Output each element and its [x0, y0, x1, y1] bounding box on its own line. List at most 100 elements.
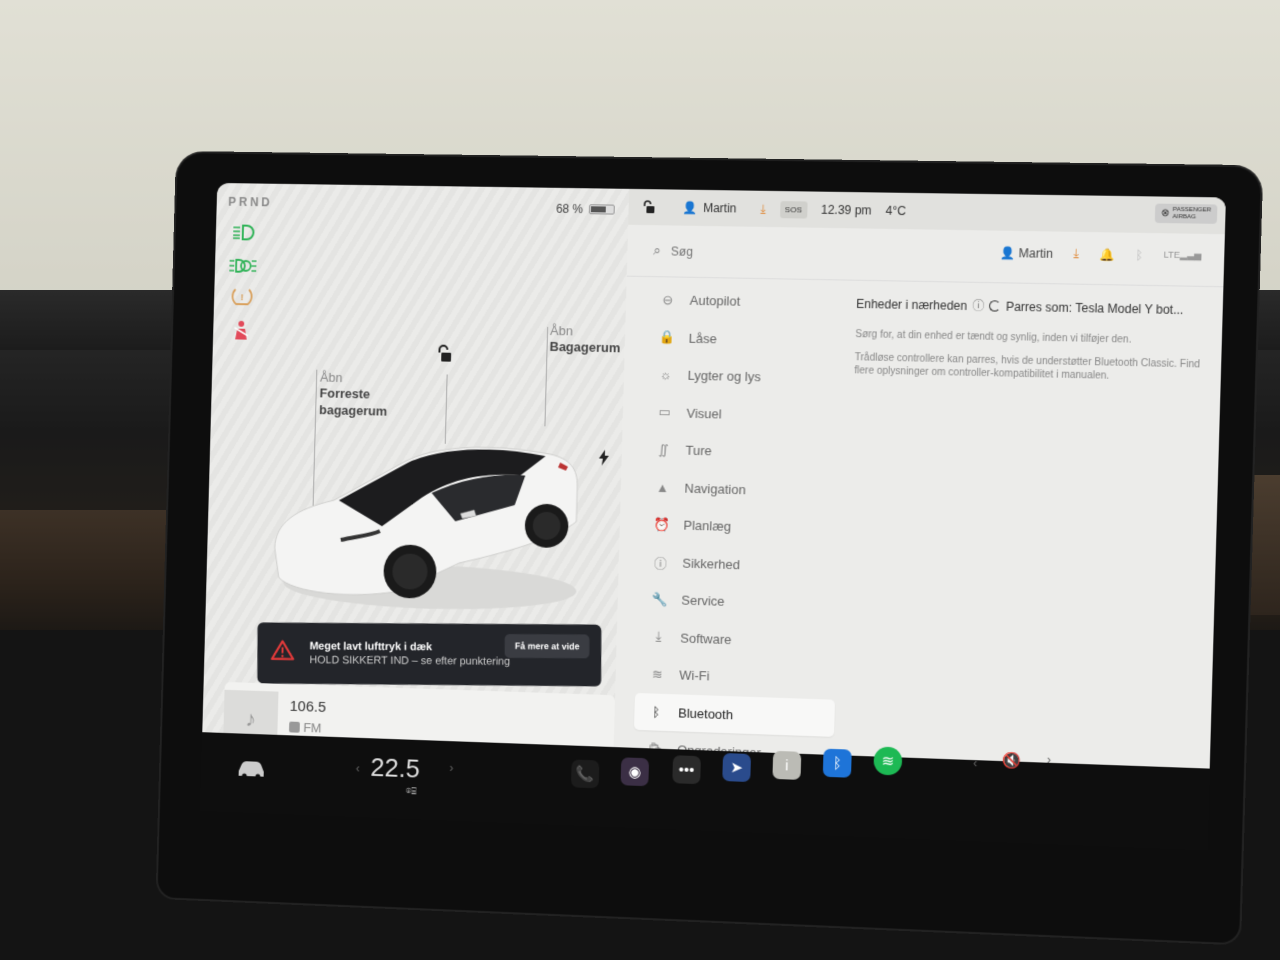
- bluetooth-icon: ᛒ: [652, 704, 661, 720]
- settings-panel: 👤 Martin ⤓ SOS 12.39 pm 4°C ⊗ PASSENGER A…: [613, 188, 1226, 769]
- settings-menu-item-lygter-og-lys[interactable]: ☼ Lygter og lys: [643, 356, 844, 398]
- steering-wheel-icon: ⊖: [662, 292, 674, 308]
- trips-icon: ∬: [658, 441, 669, 457]
- pairing-name: Parres som: Tesla Model Y bot...: [1005, 299, 1184, 317]
- nearby-devices-heading: Enheder i nærheden: [856, 296, 968, 313]
- alert-title: Meget lavt lufttryk i dæk: [309, 640, 433, 654]
- settings-menu-item-autopilot[interactable]: ⊖ Autopilot: [645, 281, 846, 322]
- touchscreen: PRND 68 % ! Åbn Forreste bagagerum Åbn B…: [200, 182, 1226, 851]
- bluetooth-pane: Enheder i nærheden ⓘ Parres som: Tesla M…: [854, 295, 1204, 385]
- settings-menu-item-service[interactable]: 🔧 Service: [637, 580, 838, 624]
- lte-signal-icon: LTE▂▃▅: [1163, 249, 1202, 261]
- lock-icon: 🔒: [658, 329, 676, 345]
- more-apps[interactable]: •••: [672, 755, 701, 785]
- download-icon: ⤓: [655, 628, 662, 645]
- volume-down-button[interactable]: ‹: [973, 756, 977, 770]
- bluetooth-note-visibility: Sørg for, at din enhed er tændt og synli…: [855, 329, 1132, 346]
- menu-item-label: Software: [680, 630, 732, 647]
- sos-label: SOS: [779, 200, 808, 219]
- battery-indicator: 68 %: [556, 202, 615, 217]
- settings-menu-item-software[interactable]: ⤓ Software: [636, 618, 837, 662]
- user-icon: 👤: [682, 200, 698, 215]
- learn-more-button[interactable]: Få mere at vide: [505, 633, 590, 659]
- navigation-app[interactable]: ➤: [722, 753, 752, 783]
- profile-name: Martin: [1018, 245, 1054, 261]
- search-icon: ⌕: [653, 242, 662, 259]
- lock-status-icon[interactable]: [642, 200, 656, 214]
- headlight-icon: [229, 220, 259, 244]
- light-icon: ☼: [659, 367, 672, 383]
- settings-menu: ⊖ Autopilot 🔒 Låse ☼ Lygter og lys ▭ Visuel ∬ Tur…: [633, 281, 847, 775]
- bluetooth-note-controllers: Trådløse controllere kan parres, hvis de…: [854, 352, 1201, 382]
- radio-icon: [288, 721, 300, 733]
- software-update-icon[interactable]: ⤓: [1073, 246, 1079, 261]
- navigation-icon: ▲: [655, 479, 670, 495]
- menu-item-label: Planlæg: [683, 517, 732, 535]
- trunk-label: Bagagerum: [549, 339, 621, 356]
- passenger-airbag-indicator: ⊗ PASSENGER AIRBAG: [1154, 203, 1218, 225]
- wrench-icon: 🔧: [651, 591, 668, 607]
- charge-port-icon[interactable]: [598, 449, 610, 469]
- display-bezel: PRND 68 % ! Åbn Forreste bagagerum Åbn B…: [157, 152, 1262, 944]
- menu-item-label: Service: [681, 592, 725, 610]
- airbag-off-icon: ⊗: [1160, 207, 1170, 220]
- driver-profile[interactable]: 👤 Martin: [682, 201, 737, 216]
- spotify-app[interactable]: ≋: [873, 746, 903, 776]
- settings-menu-item-låse[interactable]: 🔒 Låse: [644, 318, 845, 360]
- frunk-action-label: Åbn: [319, 369, 343, 386]
- menu-item-label: Wi-Fi: [679, 667, 710, 684]
- alert-subtitle: HOLD SIKKERT IND – se efter punktering: [309, 654, 511, 668]
- outside-temperature: 4°C: [885, 203, 907, 219]
- airbag-line1: PASSENGER: [1172, 206, 1212, 214]
- seat-heater-icons[interactable]: ⌾⌸: [406, 786, 417, 797]
- parking-light-icon: [228, 254, 258, 278]
- volume-up-button[interactable]: ›: [1047, 753, 1051, 767]
- clock: 12.39 pm: [820, 202, 872, 218]
- seatbelt-icon: [226, 319, 256, 343]
- svg-text:!: !: [240, 292, 243, 302]
- airbag-line2: AIRBAG: [1172, 213, 1197, 221]
- schedule-icon: ⏰: [653, 516, 670, 532]
- menu-item-label: Ture: [685, 442, 712, 459]
- sos-button[interactable]: SOS: [779, 200, 808, 219]
- wifi-icon: ≋: [651, 666, 664, 682]
- car-status-panel: PRND 68 % ! Åbn Forreste bagagerum Åbn B…: [202, 182, 630, 827]
- open-trunk-button[interactable]: Åbn Bagagerum: [549, 323, 621, 357]
- car-controls-icon[interactable]: [235, 757, 267, 786]
- profile-button[interactable]: 👤 Martin: [1000, 245, 1053, 260]
- settings-menu-item-wi-fi[interactable]: ≋ Wi-Fi: [635, 655, 836, 699]
- temp-up-button[interactable]: ›: [449, 761, 453, 775]
- camera-app[interactable]: ◉: [620, 757, 650, 787]
- cabin-temperature[interactable]: 22.5: [370, 752, 420, 784]
- menu-item-label: Visuel: [686, 405, 722, 422]
- settings-menu-item-planlæg[interactable]: ⏰ Planlæg: [639, 505, 840, 548]
- user-icon: 👤: [999, 245, 1016, 260]
- download-status-icon[interactable]: ⤓: [760, 201, 766, 216]
- tire-pressure-icon: !: [227, 285, 257, 309]
- menu-item-label: Autopilot: [689, 293, 741, 309]
- notification-bell-icon[interactable]: 🔔: [1099, 247, 1115, 261]
- bluetooth-status-icon[interactable]: ᛒ: [1135, 248, 1143, 262]
- unlock-icon[interactable]: [435, 345, 455, 365]
- bluetooth-header: Enheder i nærheden ⓘ Parres som: Tesla M…: [856, 295, 1204, 319]
- loading-spinner-icon: [989, 300, 1001, 312]
- settings-menu-item-navigation[interactable]: ▲ Navigation: [640, 468, 841, 511]
- phone-app[interactable]: 📞: [570, 759, 600, 789]
- temp-down-button[interactable]: ‹: [356, 761, 360, 775]
- settings-search-input[interactable]: [670, 243, 872, 262]
- tire-pressure-alert: Meget lavt lufttryk i dæk HOLD SIKKERT I…: [257, 622, 602, 687]
- settings-search-row: ⌕ 👤 Martin ⤓ 🔔 ᛒ LTE▂▃▅: [626, 224, 1225, 288]
- car-model-image: [263, 400, 591, 614]
- settings-menu-item-ture[interactable]: ∬ Ture: [641, 431, 842, 473]
- display-icon: ▭: [658, 404, 672, 420]
- gear-indicator: PRND: [228, 194, 273, 210]
- battery-icon: [588, 204, 615, 215]
- settings-menu-item-sikkerhed[interactable]: ⓘ Sikkerhed: [638, 543, 839, 586]
- volume-mute-icon[interactable]: 🔇: [1002, 751, 1022, 770]
- bluetooth-app[interactable]: ᛒ: [822, 748, 852, 778]
- info-icon[interactable]: ⓘ: [972, 297, 985, 314]
- driver-name: Martin: [703, 200, 737, 216]
- settings-menu-item-visuel[interactable]: ▭ Visuel: [642, 393, 843, 435]
- manual-app[interactable]: i: [772, 750, 802, 780]
- trunk-action-label: Åbn: [549, 323, 574, 339]
